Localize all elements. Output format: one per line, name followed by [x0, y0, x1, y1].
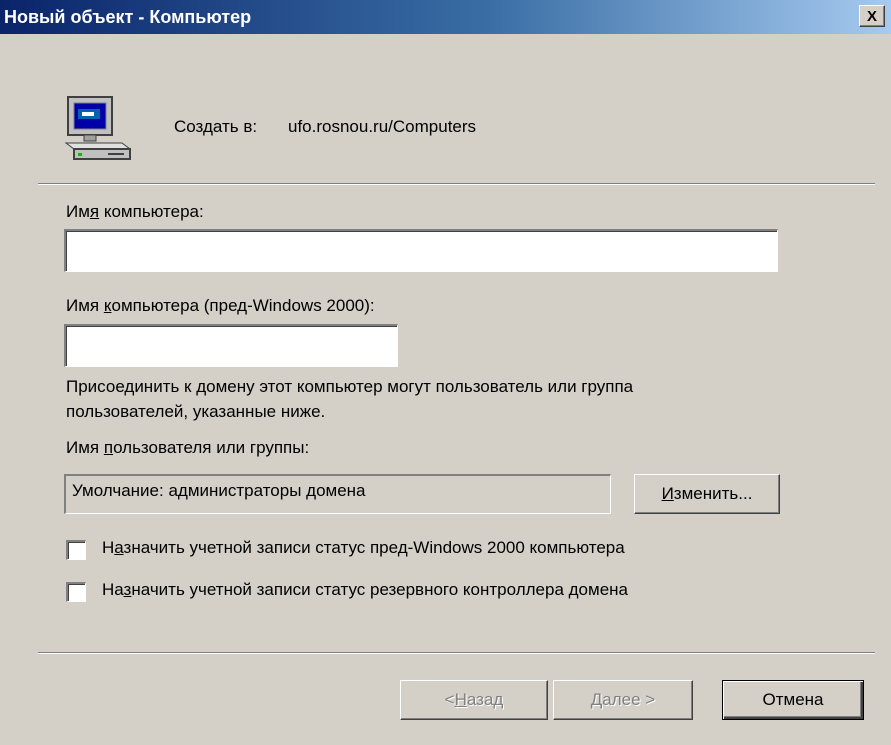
user-group-label: Имя пользователя или группы: — [66, 438, 310, 457]
join-note-line1: Присоединить к домену этот компьютер мог… — [66, 377, 634, 396]
pre2000-name-label: Имя компьютера (пред-Windows 2000): — [66, 296, 375, 315]
close-button[interactable]: X — [859, 5, 885, 27]
window-title: Новый объект - Компьютер — [4, 7, 252, 27]
computer-name-input[interactable] — [66, 231, 777, 271]
computer-name-label: Имя компьютера: — [66, 202, 204, 221]
footer-separator — [38, 652, 875, 654]
join-note-line2: пользователей, указанные ниже. — [66, 402, 326, 421]
user-group-value: Умолчание: администраторы домена — [72, 481, 366, 500]
computer-icon — [64, 96, 132, 160]
back-button[interactable]: < Назад — [400, 680, 548, 720]
title-bar[interactable]: Новый объект - Компьютер X — [0, 0, 891, 34]
close-icon: X — [866, 7, 877, 25]
next-button[interactable]: Далее > — [553, 680, 693, 720]
backup-dc-checkbox[interactable] — [66, 582, 86, 602]
pre2000-status-label: Назначить учетной записи статус пред-Win… — [102, 538, 625, 557]
cancel-button[interactable]: Отмена — [722, 680, 864, 720]
computer-name-field[interactable] — [64, 229, 778, 272]
create-in-label: Создать в: — [174, 117, 258, 136]
pre2000-status-checkbox[interactable] — [66, 540, 86, 560]
user-group-field: Умолчание: администраторы домена — [64, 474, 611, 514]
header-separator — [38, 183, 875, 185]
change-button[interactable]: Изменить... — [634, 474, 780, 514]
backup-dc-label: Назначить учетной записи статус резервно… — [102, 580, 628, 599]
pre2000-name-input[interactable] — [66, 326, 397, 366]
create-in-path: ufo.rosnou.ru/Computers — [288, 117, 477, 136]
pre2000-name-field[interactable] — [64, 324, 398, 367]
